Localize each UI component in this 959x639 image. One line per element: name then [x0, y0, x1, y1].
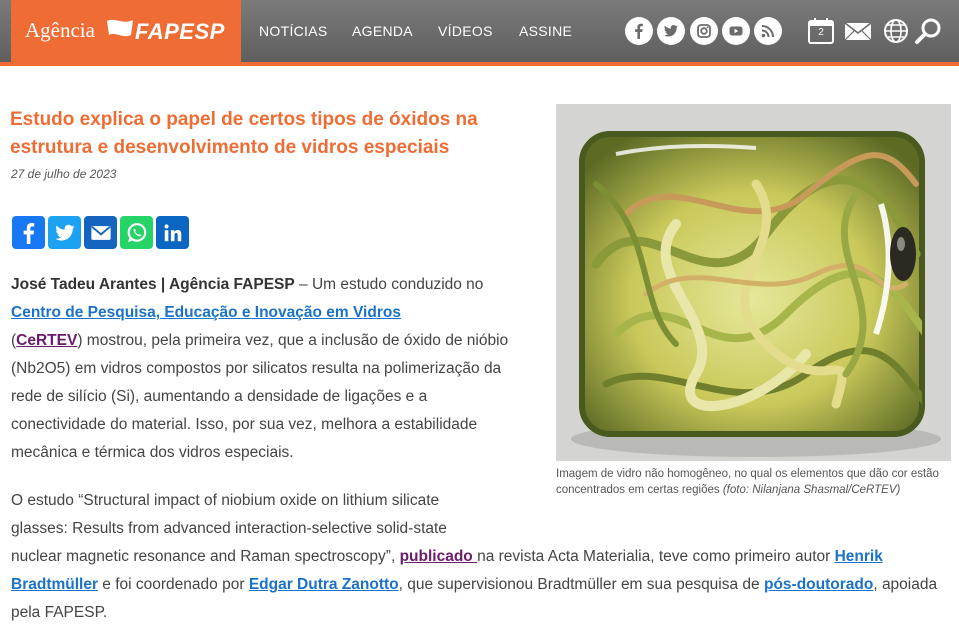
- link-edgar-zanotto[interactable]: Edgar Dutra Zanotto: [249, 576, 399, 593]
- search-icon[interactable]: [914, 16, 944, 46]
- instagram-icon[interactable]: [690, 17, 718, 45]
- link-pos-doutorado[interactable]: pós-doutorado: [764, 576, 873, 593]
- logo-fapesp-text: FAPESP: [135, 19, 225, 44]
- paragraph-text: , que supervisionou Bradtmüller em sua p…: [398, 576, 764, 593]
- nav-videos[interactable]: VÍDEOS: [438, 23, 493, 39]
- paragraph-text: nuclear magnetic resonance and Raman spe…: [11, 548, 400, 565]
- share-facebook-button[interactable]: [12, 216, 45, 249]
- linkedin-icon: [163, 223, 181, 241]
- youtube-icon[interactable]: [722, 17, 750, 45]
- link-centro-pesquisa[interactable]: Centro de Pesquisa, Educação e Inovação …: [11, 304, 401, 321]
- paragraph-text: O estudo “Structural impact of niobium o…: [11, 492, 447, 537]
- photo-credit: (foto: Nilanjana Shasmal/CeRTEV): [722, 484, 901, 496]
- email-icon: [90, 225, 111, 240]
- share-linkedin-button[interactable]: [156, 216, 189, 249]
- photo-caption: Imagem de vidro não homogêneo, no qual o…: [556, 466, 951, 498]
- article-paragraph-1: José Tadeu Arantes | Agência FAPESP – Um…: [11, 271, 511, 467]
- agencia-fapesp-logo[interactable]: Agência FAPESP: [11, 0, 241, 62]
- flag-icon: [107, 19, 133, 37]
- globe-language-icon[interactable]: [881, 16, 911, 46]
- rss-icon[interactable]: [754, 17, 782, 45]
- twitter-icon[interactable]: [657, 17, 685, 45]
- facebook-icon: [23, 222, 34, 244]
- header-divider: [0, 62, 959, 66]
- paragraph-text: ) mostrou, pela primeira vez, que a incl…: [11, 332, 509, 461]
- link-certev[interactable]: CeRTEV: [16, 332, 77, 349]
- newsletter-mail-icon[interactable]: [843, 16, 873, 46]
- nav-assine[interactable]: ASSINE: [519, 23, 572, 39]
- facebook-icon[interactable]: [625, 17, 653, 45]
- author-byline: José Tadeu Arantes | Agência FAPESP: [11, 276, 295, 293]
- article-title: Estudo explica o papel de certos tipos d…: [10, 109, 478, 158]
- calendar-day: 2: [818, 27, 824, 38]
- link-publicado[interactable]: publicado: [400, 548, 478, 565]
- paragraph-text: – Um estudo conduzido no: [294, 276, 484, 293]
- article-date: 27 de julho de 2023: [11, 167, 117, 181]
- paragraph-text: e foi coordenado por: [98, 576, 249, 593]
- share-twitter-button[interactable]: [48, 216, 81, 249]
- calendar-icon[interactable]: 2: [806, 16, 836, 46]
- logo-agencia-text: Agência: [25, 18, 95, 42]
- paragraph-text: na revista Acta Materialia, teve como pr…: [477, 548, 835, 565]
- share-email-button[interactable]: [84, 216, 117, 249]
- nav-agenda[interactable]: AGENDA: [352, 23, 413, 39]
- article-paragraph-2: O estudo “Structural impact of niobium o…: [11, 487, 951, 627]
- twitter-icon: [54, 224, 75, 241]
- nav-noticias[interactable]: NOTÍCIAS: [259, 23, 328, 39]
- whatsapp-icon: [127, 222, 146, 242]
- share-whatsapp-button[interactable]: [120, 216, 153, 249]
- glass-photo: [556, 104, 951, 461]
